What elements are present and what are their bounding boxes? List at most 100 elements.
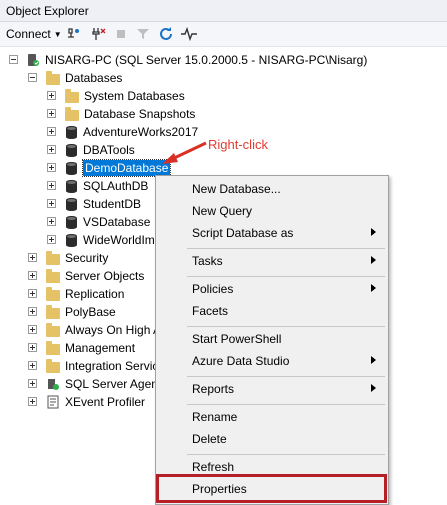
tree-node-always-on[interactable]: Always On High A — [28, 321, 161, 339]
menu-separator — [187, 454, 385, 455]
tree-node-databases[interactable]: Databases — [28, 69, 122, 87]
replication-label: Replication — [65, 287, 125, 301]
menu-separator — [187, 404, 385, 405]
expand-icon[interactable] — [28, 397, 37, 406]
tree-node-wideworldimporters[interactable]: WideWorldIm — [47, 231, 155, 249]
collapse-icon[interactable] — [28, 73, 37, 82]
expand-icon[interactable] — [28, 361, 37, 370]
menu-item-rename[interactable]: Rename — [157, 406, 387, 428]
menu-label: Facets — [192, 304, 229, 318]
menu-label: Reports — [192, 382, 235, 396]
tree-node-studentdb[interactable]: StudentDB — [47, 195, 141, 213]
menu-label: Start PowerShell — [192, 332, 282, 346]
folder-icon — [65, 88, 79, 103]
database-icon — [66, 233, 77, 247]
tree-node-xevent-profiler[interactable]: XEvent Profiler — [28, 393, 145, 411]
expand-icon[interactable] — [28, 271, 37, 280]
menu-item-new-query[interactable]: New Query — [157, 200, 387, 222]
databases-label: Databases — [65, 71, 123, 85]
tree-node-adventureworks[interactable]: AdventureWorks2017 — [47, 123, 198, 141]
tree-node-demodatabase[interactable]: DemoDatabase — [47, 159, 172, 177]
menu-label: Delete — [192, 432, 227, 446]
tree-node-security[interactable]: Security — [28, 249, 108, 267]
menu-item-script-database-as[interactable]: Script Database as — [157, 222, 387, 244]
integration-services-label: Integration Servic — [65, 359, 159, 373]
folder-icon — [46, 250, 60, 265]
tree-node-server-objects[interactable]: Server Objects — [28, 267, 144, 285]
tree-node-sqlauthdb[interactable]: SQLAuthDB — [47, 177, 148, 195]
activity-monitor-icon[interactable] — [180, 25, 198, 43]
submenu-arrow-icon — [371, 356, 376, 364]
tree-node-server[interactable]: NISARG-PC (SQL Server 15.0.2000.5 - NISA… — [9, 51, 367, 69]
expand-icon[interactable] — [28, 325, 37, 334]
expand-icon[interactable] — [47, 199, 56, 208]
menu-label: Tasks — [192, 254, 223, 268]
database-label: AdventureWorks2017 — [83, 125, 199, 139]
tree-node-integration-services[interactable]: Integration Servic — [28, 357, 158, 375]
tree-node-polybase[interactable]: PolyBase — [28, 303, 116, 321]
collapse-icon[interactable] — [9, 55, 18, 64]
expand-icon[interactable] — [47, 109, 56, 118]
menu-label: Azure Data Studio — [192, 354, 290, 368]
database-icon — [66, 125, 77, 139]
tree-node-database-snapshots[interactable]: Database Snapshots — [47, 105, 195, 123]
security-label: Security — [65, 251, 109, 265]
server-icon — [26, 53, 40, 67]
refresh-icon[interactable] — [158, 25, 174, 43]
menu-item-start-powershell[interactable]: Start PowerShell — [157, 328, 387, 350]
menu-label: Rename — [192, 410, 238, 424]
window-title: Object Explorer — [6, 4, 89, 18]
menu-item-new-database[interactable]: New Database... — [157, 178, 387, 200]
expand-icon[interactable] — [47, 217, 56, 226]
database-label: DBATools — [83, 143, 135, 157]
expand-icon[interactable] — [28, 307, 37, 316]
folder-icon — [46, 70, 60, 85]
xevent-profiler-label: XEvent Profiler — [65, 395, 146, 409]
menu-item-delete[interactable]: Delete — [157, 428, 387, 450]
folder-icon — [46, 358, 60, 373]
database-icon — [66, 143, 77, 157]
database-label: VSDatabase — [83, 215, 151, 229]
context-menu: New Database... New Query Script Databas… — [155, 175, 389, 505]
expand-icon[interactable] — [28, 379, 37, 388]
server-objects-label: Server Objects — [65, 269, 145, 283]
connect-label: Connect — [6, 27, 51, 41]
tree-node-sql-agent[interactable]: SQL Server Agent — [28, 375, 161, 393]
tree-node-dbatools[interactable]: DBATools — [47, 141, 135, 159]
annotation-arrow-icon — [162, 141, 207, 164]
expand-icon[interactable] — [47, 163, 56, 172]
menu-label: Script Database as — [192, 226, 294, 240]
stop-icon[interactable] — [114, 25, 128, 43]
expand-icon[interactable] — [47, 145, 56, 154]
menu-label: Refresh — [192, 460, 235, 474]
tree-node-vsdatabase[interactable]: VSDatabase — [47, 213, 150, 231]
menu-item-policies[interactable]: Policies — [157, 278, 387, 300]
expand-icon[interactable] — [47, 181, 56, 190]
tree-node-system-databases[interactable]: System Databases — [47, 87, 185, 105]
menu-item-reports[interactable]: Reports — [157, 378, 387, 400]
expand-icon[interactable] — [47, 127, 56, 136]
properties-highlight-box — [156, 474, 387, 503]
expand-icon[interactable] — [28, 289, 37, 298]
connect-icon[interactable] — [66, 25, 82, 43]
database-icon — [66, 161, 77, 175]
tree-node-replication[interactable]: Replication — [28, 285, 124, 303]
expand-icon[interactable] — [28, 253, 37, 262]
filter-icon[interactable] — [136, 25, 150, 43]
expand-icon[interactable] — [28, 343, 37, 352]
object-explorer-titlebar: Object Explorer — [0, 0, 447, 22]
menu-separator — [187, 276, 385, 277]
expand-icon[interactable] — [47, 91, 56, 100]
disconnect-icon[interactable] — [90, 25, 106, 43]
menu-item-facets[interactable]: Facets — [157, 300, 387, 322]
database-snapshots-label: Database Snapshots — [84, 107, 196, 121]
connect-dropdown-button[interactable]: Connect ▼ — [6, 25, 62, 43]
database-label-selected[interactable]: DemoDatabase — [81, 159, 172, 177]
expand-icon[interactable] — [47, 235, 56, 244]
sql-agent-label: SQL Server Agent — [65, 377, 162, 391]
menu-item-azure-data-studio[interactable]: Azure Data Studio — [157, 350, 387, 372]
menu-item-tasks[interactable]: Tasks — [157, 250, 387, 272]
tree-node-management[interactable]: Management — [28, 339, 135, 357]
database-icon — [66, 197, 77, 211]
submenu-arrow-icon — [371, 228, 376, 236]
